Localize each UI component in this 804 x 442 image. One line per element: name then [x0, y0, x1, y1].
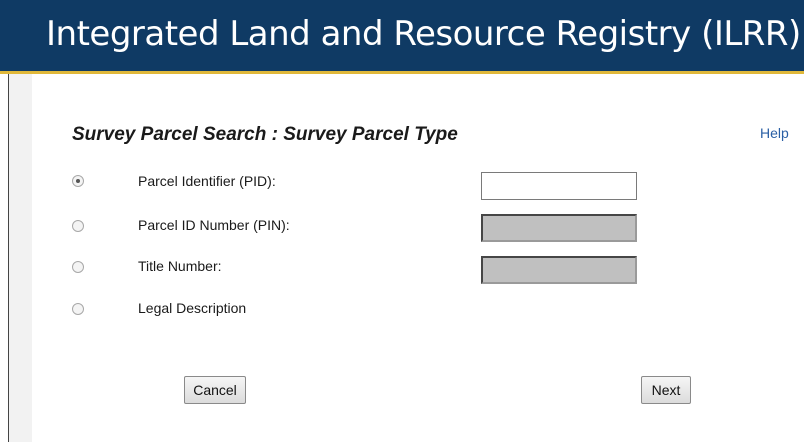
pid-input[interactable] — [481, 172, 637, 200]
page-title: Survey Parcel Search : Survey Parcel Typ… — [72, 124, 458, 145]
radio-legal-description[interactable] — [72, 303, 84, 315]
cancel-button[interactable]: Cancel — [184, 376, 246, 404]
label-pin: Parcel ID Number (PIN): — [138, 217, 290, 233]
label-pid: Parcel Identifier (PID): — [138, 173, 276, 189]
radio-title-number[interactable] — [72, 261, 84, 273]
label-title-number: Title Number: — [138, 258, 222, 274]
left-frame-border — [0, 74, 9, 442]
app-title: Integrated Land and Resource Registry (I… — [46, 14, 801, 54]
help-link[interactable]: Help — [760, 125, 789, 141]
radio-pid[interactable] — [72, 175, 84, 187]
next-button[interactable]: Next — [641, 376, 691, 404]
radio-pin[interactable] — [72, 220, 84, 232]
app-header: Integrated Land and Resource Registry (I… — [0, 0, 804, 74]
pin-input[interactable] — [481, 214, 637, 242]
left-sidebar-strip — [9, 74, 32, 442]
label-legal-description: Legal Description — [138, 300, 247, 316]
title-number-input[interactable] — [481, 256, 637, 284]
